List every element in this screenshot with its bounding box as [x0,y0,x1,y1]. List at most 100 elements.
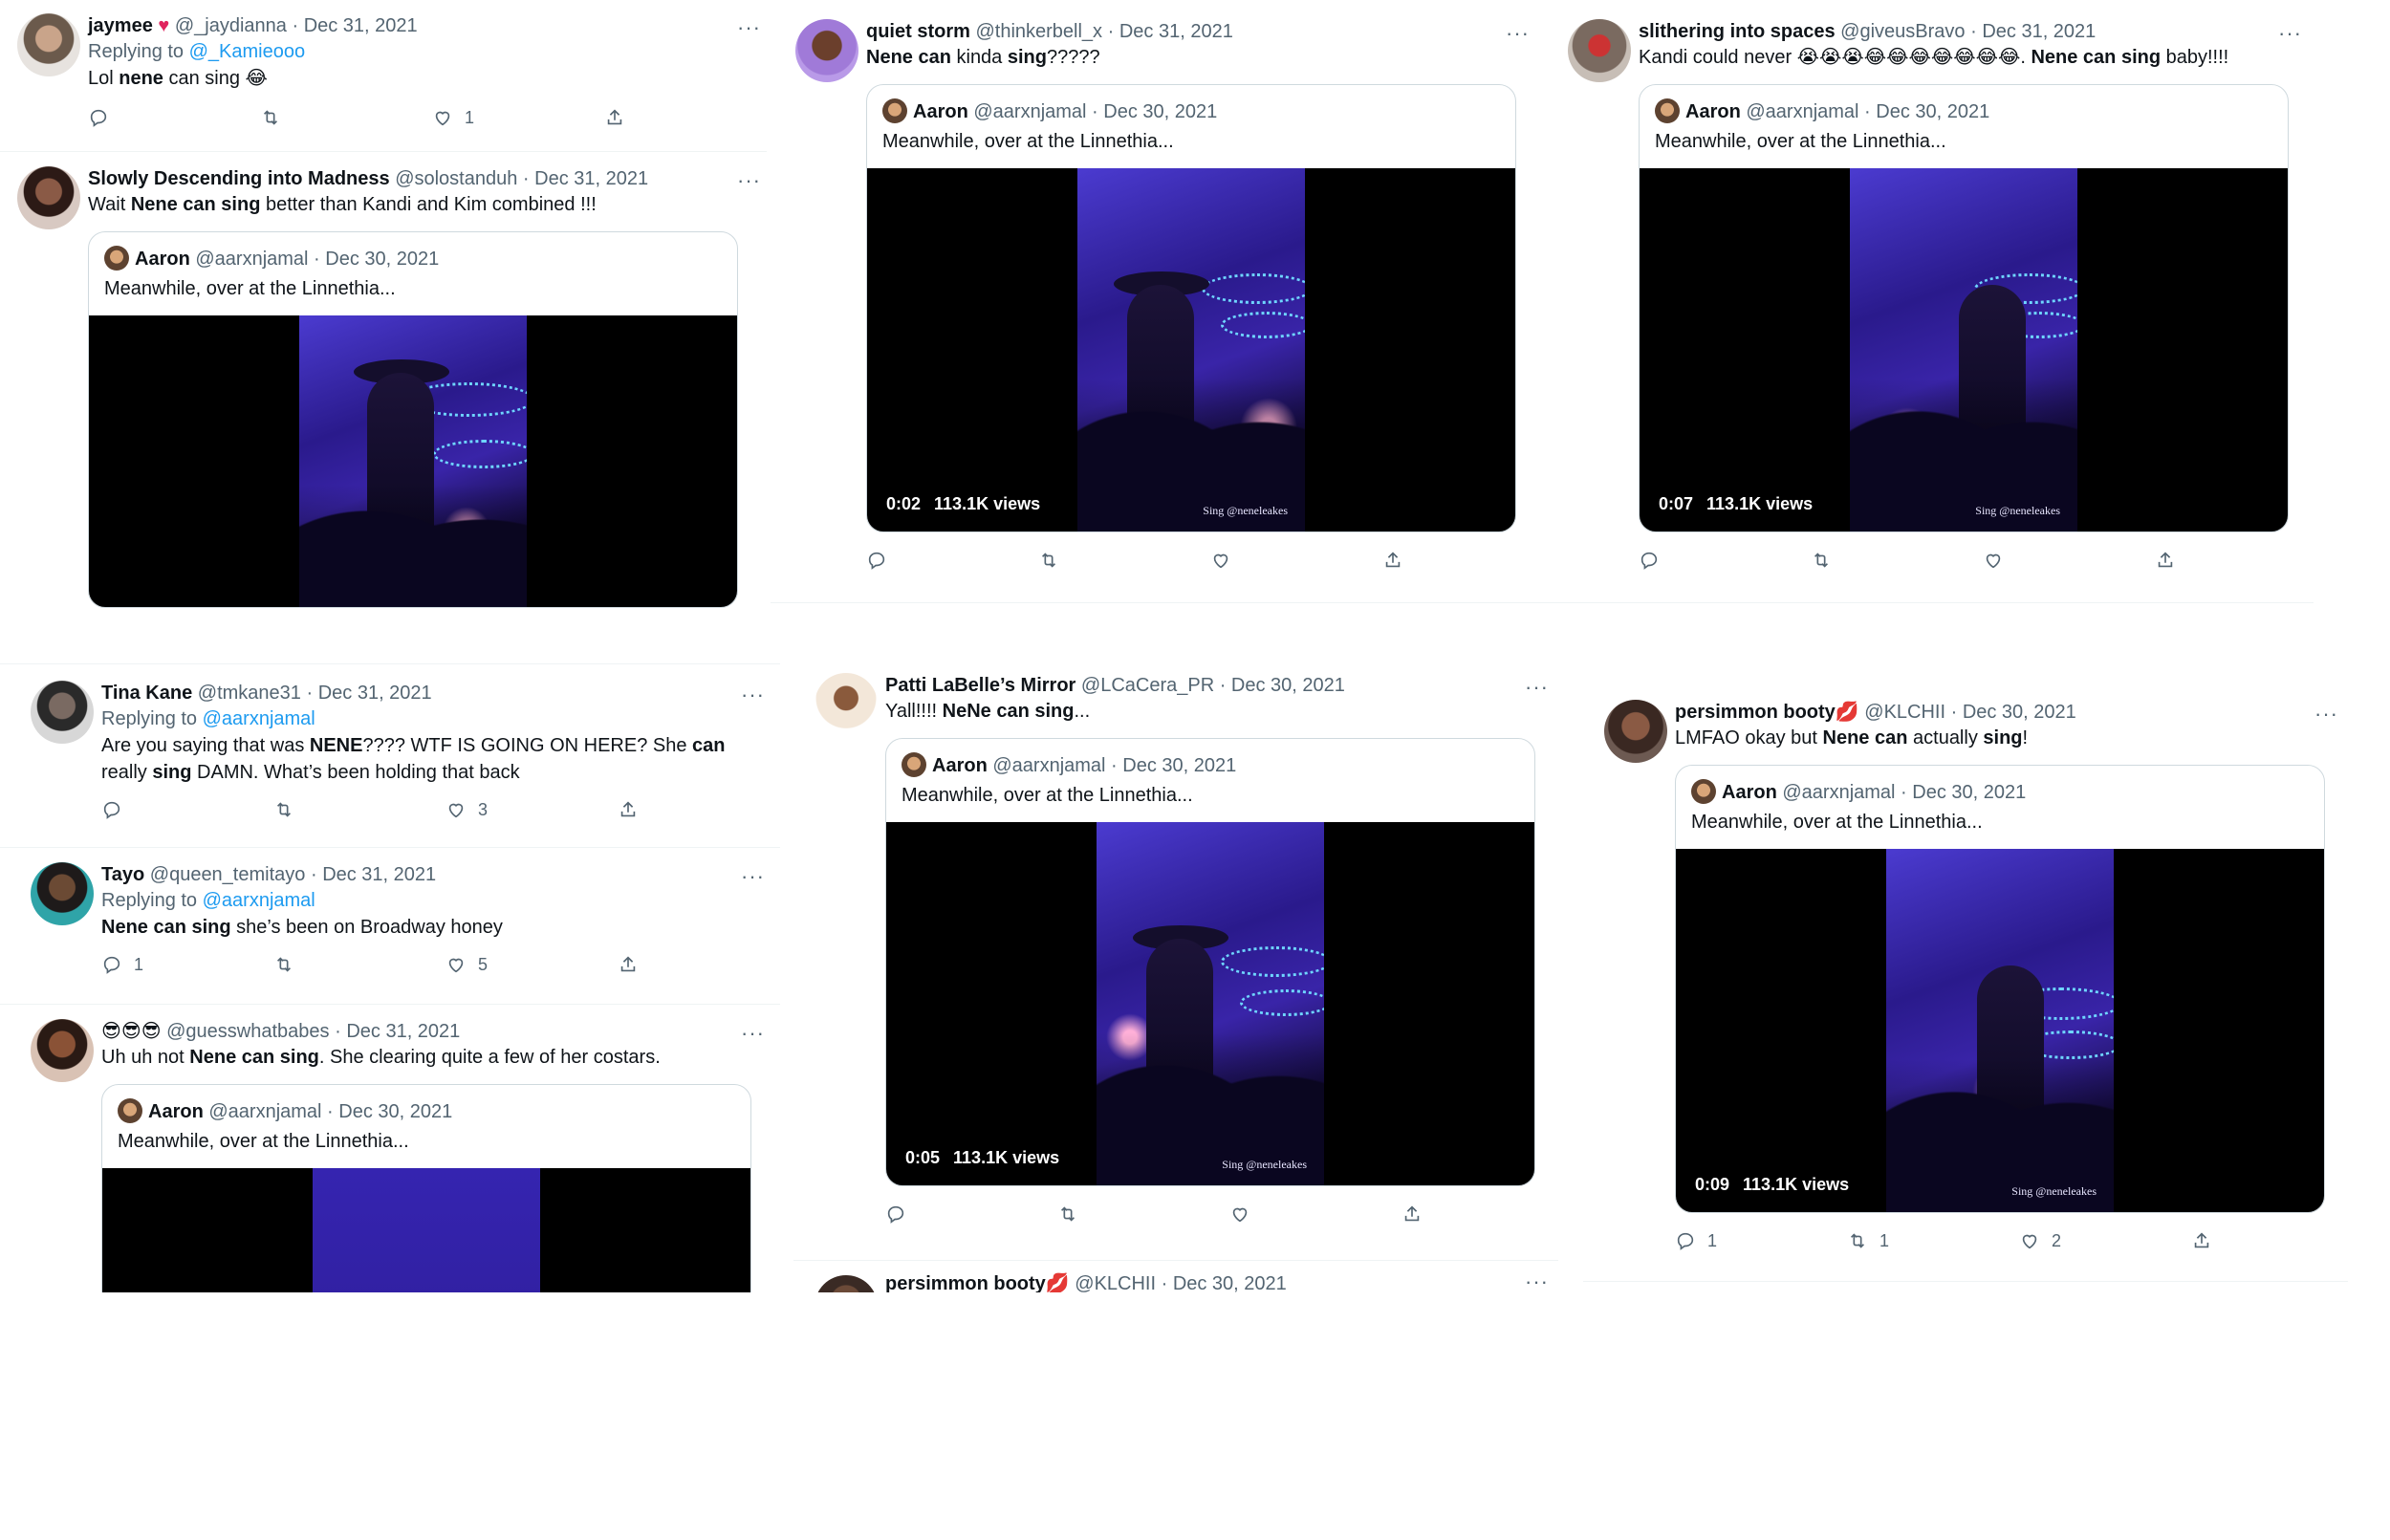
author-name[interactable]: Patti LaBelle’s Mirror [885,675,1076,696]
like-button[interactable] [1983,550,2004,571]
retweet-button[interactable] [260,107,293,128]
video-player[interactable]: Sing @neneleakes 0:02 113.1K views [867,168,1515,531]
like-button[interactable] [1229,1204,1250,1225]
like-button[interactable]: 3 [445,799,488,820]
share-button[interactable] [1401,1204,1423,1225]
author-name[interactable]: persimmon booty💋 [1675,702,1859,723]
author-handle[interactable]: @solostanduh [395,168,517,189]
reply-button[interactable] [101,799,134,820]
tweet-date[interactable]: Dec 31, 2021 [346,1021,460,1042]
tweet-klchii[interactable]: persimmon booty💋 @KLCHII · Dec 30, 2021 … [1598,694,2344,1277]
tweet-date[interactable]: Dec 31, 2021 [304,15,418,36]
author-name[interactable]: quiet storm [866,21,970,42]
author-handle[interactable]: @_jaydianna [175,15,287,36]
tweet-date[interactable]: Dec 31, 2021 [534,168,648,189]
reply-button[interactable]: 1 [1675,1230,1717,1251]
like-button[interactable]: 1 [432,107,474,128]
like-button[interactable]: 5 [445,954,488,975]
tweet-klchii-partial[interactable]: persimmon booty💋 @KLCHII · Dec 30, 2021 … [809,1269,1554,1292]
avatar[interactable] [795,19,858,82]
tweet-tmkane[interactable]: Tina Kane @tmkane31 · Dec 31, 2021 Reply… [25,675,771,837]
author-name[interactable]: persimmon booty💋 [885,1273,1070,1292]
quoted-tweet[interactable]: Aaron @aarxnjamal · Dec 30, 2021 Meanwhi… [1675,765,2325,1213]
author-handle[interactable]: @KLCHII [1864,702,1945,723]
retweet-button[interactable] [1811,550,1832,571]
quoted-tweet[interactable]: Aaron @aarxnjamal · Dec 30, 2021 Meanwhi… [88,231,738,608]
tweet-giveusbravo[interactable]: slithering into spaces @giveusBravo · De… [1562,13,2308,606]
author-name[interactable]: Tina Kane [101,683,192,704]
tweet-guesswhatbabes[interactable]: 😎😎😎 @guesswhatbabes · Dec 31, 2021 Uh uh… [25,1013,771,1292]
tweet-jaymee[interactable]: jaymee ♥ @_jaydianna · Dec 31, 2021 Repl… [11,8,767,151]
more-options-icon[interactable]: ··· [1525,1269,1549,1292]
share-button[interactable] [2191,1230,2212,1251]
reply-button[interactable] [1639,550,1660,571]
tweet-date[interactable]: Dec 30, 2021 [1173,1273,1287,1292]
tweet-date[interactable]: Dec 31, 2021 [1982,21,2096,42]
reply-mention-link[interactable]: @aarxnjamal [203,890,315,911]
retweet-button[interactable] [273,954,306,975]
reply-button[interactable] [885,1204,906,1225]
author-handle[interactable]: @giveusBravo [1840,21,1965,42]
avatar[interactable] [31,862,94,925]
more-options-icon[interactable]: ··· [741,683,765,707]
quoted-tweet[interactable]: Aaron @aarxnjamal · Dec 30, 2021 Meanwhi… [1639,84,2289,532]
more-options-icon[interactable]: ··· [1506,21,1530,46]
retweet-button[interactable] [273,799,306,820]
share-button[interactable] [1382,550,1403,571]
share-button[interactable] [618,799,639,820]
tweet-date[interactable]: Dec 30, 2021 [1231,675,1345,696]
tweet-date[interactable]: Dec 31, 2021 [318,683,432,704]
like-button[interactable] [1210,550,1231,571]
avatar[interactable] [17,13,80,76]
author-name[interactable]: Tayo [101,864,144,885]
author-handle[interactable]: @KLCHII [1075,1273,1156,1292]
tweet-solostanduh[interactable]: Slowly Descending into Madness @solostan… [11,161,767,624]
author-handle[interactable]: @LCaCera_PR [1081,675,1214,696]
author-name[interactable]: jaymee [88,15,153,36]
avatar[interactable] [31,681,94,744]
avatar[interactable] [815,1275,878,1292]
avatar[interactable] [1604,700,1667,763]
reply-button[interactable] [866,550,887,571]
author-name[interactable]: Slowly Descending into Madness [88,168,390,189]
quoted-tweet[interactable]: Aaron @aarxnjamal · Dec 30, 2021 Meanwhi… [101,1084,751,1292]
avatar[interactable] [1568,19,1631,82]
more-options-icon[interactable]: ··· [2314,702,2338,727]
author-handle[interactable]: @tmkane31 [198,683,301,704]
video-player[interactable] [89,315,737,607]
more-options-icon[interactable]: ··· [741,1021,765,1046]
more-options-icon[interactable]: ··· [737,15,761,40]
avatar[interactable] [815,673,878,736]
tweet-date[interactable]: Dec 31, 2021 [322,864,436,885]
tweet-thinkerbell[interactable]: quiet storm @thinkerbell_x · Dec 31, 202… [790,13,1535,606]
retweet-button[interactable] [1057,1204,1078,1225]
retweet-button[interactable] [1038,550,1059,571]
like-button[interactable]: 2 [2019,1230,2061,1251]
video-player[interactable] [102,1168,750,1292]
author-handle[interactable]: @thinkerbell_x [975,21,1102,42]
reply-button[interactable]: 1 [101,954,143,975]
share-button[interactable] [2155,550,2176,571]
more-options-icon[interactable]: ··· [1525,675,1549,700]
reply-mention-link[interactable]: @aarxnjamal [203,708,315,729]
video-player[interactable]: Sing @neneleakes 0:09 113.1K views [1676,849,2324,1212]
retweet-button[interactable]: 1 [1847,1230,1889,1251]
tweet-date[interactable]: Dec 30, 2021 [1963,702,2076,723]
share-button[interactable] [618,954,639,975]
more-options-icon[interactable]: ··· [741,864,765,889]
video-player[interactable]: Sing @neneleakes 0:05 113.1K views [886,822,1534,1185]
quoted-tweet[interactable]: Aaron @aarxnjamal · Dec 30, 2021 Meanwhi… [866,84,1516,532]
reply-button[interactable] [88,107,120,128]
author-handle[interactable]: @guesswhatbabes [166,1021,329,1042]
more-options-icon[interactable]: ··· [2278,21,2302,46]
video-player[interactable]: Sing @neneleakes 0:07 113.1K views [1640,168,2288,531]
avatar[interactable] [17,166,80,229]
author-name[interactable]: 😎😎😎 [101,1021,162,1042]
more-options-icon[interactable]: ··· [737,168,761,193]
author-name[interactable]: slithering into spaces [1639,21,1836,42]
tweet-date[interactable]: Dec 31, 2021 [1119,21,1233,42]
avatar[interactable] [31,1019,94,1082]
author-handle[interactable]: @queen_temitayo [150,864,306,885]
reply-mention-link[interactable]: @_Kamieooo [189,41,305,62]
share-button[interactable] [604,107,625,128]
